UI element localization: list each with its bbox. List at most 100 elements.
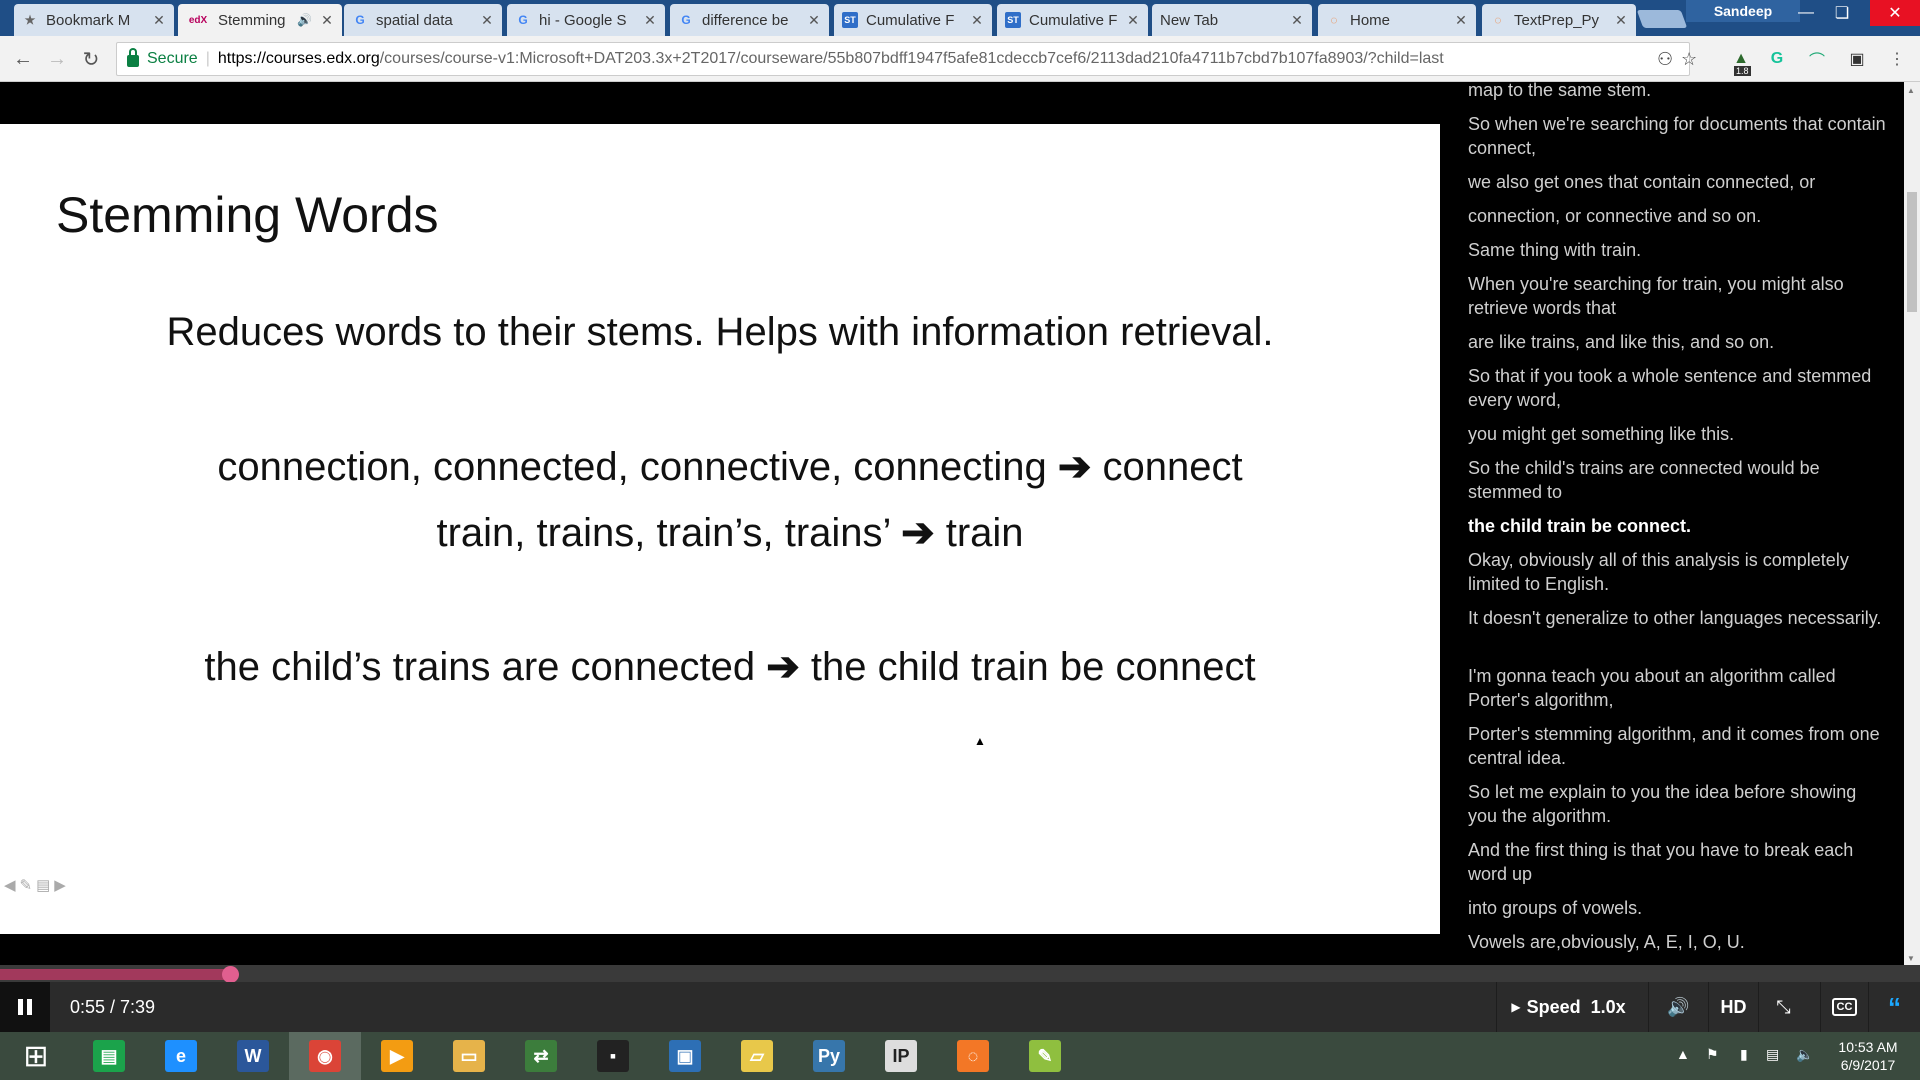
taskbar-button[interactable]: ▭ bbox=[433, 1032, 505, 1080]
wifi-icon[interactable]: ▤ bbox=[1766, 1046, 1779, 1063]
progress-handle[interactable] bbox=[222, 966, 240, 983]
bookmark-star-icon[interactable]: ☆ bbox=[1681, 49, 1697, 70]
tab-close-icon[interactable]: ✕ bbox=[643, 12, 657, 29]
taskbar-button[interactable]: Py bbox=[793, 1032, 865, 1080]
taskbar-button[interactable]: IP bbox=[865, 1032, 937, 1080]
tab[interactable]: Ghi - Google S ✕ bbox=[507, 4, 665, 36]
transcript-line[interactable]: into groups of vowels. bbox=[1468, 896, 1888, 920]
reload-icon[interactable]: ↻ bbox=[78, 46, 104, 72]
transcript-line[interactable]: Okay, obviously all of this analysis is … bbox=[1468, 548, 1888, 596]
tab[interactable]: ST Cumulative F ✕ bbox=[997, 4, 1148, 36]
transcript-line[interactable]: the child train be connect. bbox=[1468, 514, 1888, 538]
tab-close-icon[interactable]: ✕ bbox=[1126, 12, 1140, 29]
keeper-icon[interactable]: ▣ bbox=[1846, 48, 1868, 70]
scroll-thumb[interactable] bbox=[1907, 192, 1917, 312]
transcript-line[interactable]: So let me explain to you the idea before… bbox=[1468, 780, 1888, 828]
taskbar-button[interactable]: ▱ bbox=[721, 1032, 793, 1080]
transcript-line[interactable]: So that if you took a whole sentence and… bbox=[1468, 364, 1888, 412]
video-frame[interactable]: Stemming Words Reduces words to their st… bbox=[0, 124, 1440, 934]
fullscreen-button[interactable]: ⤡ bbox=[1758, 982, 1808, 1032]
transcript-line[interactable]: map to the same stem. bbox=[1468, 82, 1888, 102]
tab[interactable]: ST Cumulative F ✕ bbox=[834, 4, 992, 36]
arrow-icon: ➔ bbox=[766, 645, 800, 689]
closed-captions-button[interactable]: CC bbox=[1820, 982, 1868, 1032]
back-arrow-icon[interactable]: ← bbox=[10, 46, 36, 72]
taskbar-clock[interactable]: 10:53 AM 6/9/2017 bbox=[1820, 1038, 1916, 1074]
taskbar-button[interactable]: ⊞ bbox=[0, 1032, 72, 1080]
transcript-line[interactable]: Vowels are,obviously, A, E, I, O, U. bbox=[1468, 930, 1888, 954]
tab[interactable]: Gspatial data ✕ bbox=[344, 4, 502, 36]
tab-close-icon[interactable]: ✕ bbox=[1454, 12, 1468, 29]
translate-icon[interactable]: ⚇ bbox=[1657, 49, 1673, 70]
taskbar-button[interactable]: ⇄ bbox=[505, 1032, 577, 1080]
transcript-line[interactable]: are like trains, and like this, and so o… bbox=[1468, 330, 1888, 354]
tray-chevron-icon[interactable]: ▲ bbox=[1676, 1046, 1690, 1062]
tab[interactable]: ◌ Home ✕ bbox=[1318, 4, 1476, 36]
transcript-line[interactable]: we also get ones that contain connected,… bbox=[1468, 170, 1888, 194]
transcript-line[interactable]: When you're searching for train, you mig… bbox=[1468, 272, 1888, 320]
taskbar-button[interactable]: ▤ bbox=[73, 1032, 145, 1080]
transcript-toggle-button[interactable]: “ bbox=[1868, 982, 1920, 1032]
transcript-line[interactable]: Same thing with train. bbox=[1468, 238, 1888, 262]
tab-close-icon[interactable]: ✕ bbox=[1290, 12, 1304, 29]
scroll-down-icon[interactable]: ▼ bbox=[1907, 954, 1915, 963]
profile-button[interactable]: Sandeep bbox=[1686, 0, 1800, 22]
forward-arrow-icon[interactable]: → bbox=[44, 46, 70, 72]
tab-close-icon[interactable]: ✕ bbox=[152, 12, 166, 29]
transcript-line[interactable]: you might get something like this. bbox=[1468, 422, 1888, 446]
close-window-button[interactable]: ✕ bbox=[1870, 0, 1920, 26]
transcript-line[interactable]: And the first thing is that you have to … bbox=[1468, 838, 1888, 886]
taskbar-button[interactable]: ◌ bbox=[937, 1032, 1009, 1080]
jupyter-icon: ◌ bbox=[1494, 13, 1502, 27]
transcript-line[interactable]: So the child's trains are connected woul… bbox=[1468, 456, 1888, 504]
maximize-button[interactable]: ❏ bbox=[1820, 0, 1864, 26]
scroll-up-icon[interactable]: ▲ bbox=[1907, 86, 1915, 95]
taskbar-button[interactable]: e bbox=[145, 1032, 217, 1080]
taskbar-button[interactable]: ◉ bbox=[289, 1032, 361, 1080]
battery-icon[interactable]: ▮ bbox=[1740, 1046, 1748, 1063]
speaker-icon[interactable]: 🔈 bbox=[1796, 1046, 1813, 1063]
hd-button[interactable]: HD bbox=[1708, 982, 1758, 1032]
volume-button[interactable]: 🔊 bbox=[1648, 982, 1708, 1032]
tab-close-icon[interactable]: ✕ bbox=[807, 12, 821, 29]
url-path: /courses/course-v1:Microsoft+DAT203.3x+2… bbox=[379, 50, 1444, 67]
tab-close-icon[interactable]: ✕ bbox=[480, 12, 494, 29]
tab-audio-icon[interactable]: 🔊 bbox=[297, 13, 312, 27]
tab-title: spatial data bbox=[376, 11, 453, 29]
action-center-flag-icon[interactable]: ⚑ bbox=[1706, 1046, 1719, 1063]
taskbar-button[interactable]: ▪ bbox=[577, 1032, 649, 1080]
transcript-line[interactable]: connection, or connective and so on. bbox=[1468, 204, 1888, 228]
arc-extension-icon[interactable]: ⌒ bbox=[1806, 48, 1828, 70]
pause-button[interactable] bbox=[0, 982, 50, 1032]
taskbar-button[interactable]: W bbox=[217, 1032, 289, 1080]
transcript-panel[interactable]: map to the same stem. So when we're searc… bbox=[1440, 82, 1904, 965]
tab-close-icon[interactable]: ✕ bbox=[1614, 12, 1628, 29]
menu-kebab-icon[interactable]: ⋮ bbox=[1886, 48, 1908, 70]
tab-close-icon[interactable]: ✕ bbox=[970, 12, 984, 29]
taskbar-button[interactable]: ▣ bbox=[649, 1032, 721, 1080]
address-bar[interactable]: Secure | https://courses.edx.org /course… bbox=[116, 42, 1697, 76]
speed-button[interactable]: ▶ Speed 1.0x bbox=[1496, 982, 1640, 1032]
new-tab-button[interactable] bbox=[1636, 10, 1688, 28]
transcript-line[interactable]: It doesn't generalize to other languages… bbox=[1468, 606, 1888, 630]
slide-toolbar-icons[interactable]: ◀✎▤▶ bbox=[4, 876, 70, 894]
tab[interactable]: ◌ TextPrep_Py ✕ bbox=[1482, 4, 1636, 36]
st-icon: ST bbox=[1005, 12, 1021, 28]
grammarly-icon[interactable]: G bbox=[1766, 48, 1788, 70]
transcript-line[interactable]: I'm gonna teach you about an algorithm c… bbox=[1468, 664, 1888, 712]
transcript-line[interactable]: So when we're searching for documents th… bbox=[1468, 112, 1888, 160]
tab[interactable]: Gdifference be ✕ bbox=[670, 4, 829, 36]
tab-close-icon[interactable]: ✕ bbox=[320, 12, 334, 29]
pause-icon bbox=[18, 999, 32, 1015]
taskbar-button[interactable]: ✎ bbox=[1009, 1032, 1081, 1080]
paint-icon: ✎ bbox=[1029, 1040, 1061, 1072]
transcript-line[interactable]: Porter's stemming algorithm, and it come… bbox=[1468, 722, 1888, 770]
taskbar-button[interactable]: ▶ bbox=[361, 1032, 433, 1080]
video-progress-bar[interactable] bbox=[0, 965, 1920, 983]
tab[interactable]: ★ Bookmark M ✕ bbox=[14, 4, 174, 36]
page-scrollbar[interactable]: ▲ ▼ bbox=[1904, 82, 1920, 965]
tab[interactable]: New Tab ✕ bbox=[1152, 4, 1312, 36]
tab-title: TextPrep_Py bbox=[1514, 11, 1600, 29]
tab[interactable]: edX Stemming 🔊 ✕ bbox=[178, 4, 342, 36]
network-tool-icon: ⇄ bbox=[525, 1040, 557, 1072]
